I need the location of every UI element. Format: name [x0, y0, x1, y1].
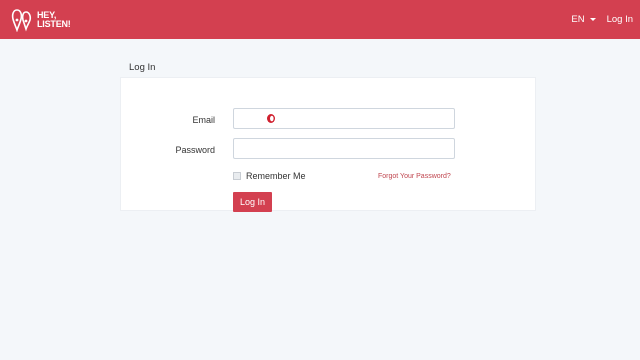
- brand-line-2: LISTEN!: [37, 18, 71, 29]
- heart-logo-icon: [11, 8, 32, 32]
- password-manager-icon[interactable]: [266, 113, 276, 124]
- nav-right: EN Log In: [571, 14, 633, 25]
- language-dropdown[interactable]: EN: [571, 14, 596, 25]
- brand-logo[interactable]: HEY, LISTEN!: [11, 0, 71, 39]
- caret-down-icon: [589, 18, 596, 21]
- remember-label: Remember Me: [246, 171, 306, 181]
- password-label: Password: [175, 145, 215, 155]
- top-navbar: HEY, LISTEN! EN Log In: [0, 0, 640, 39]
- forgot-password-link[interactable]: Forgot Your Password?: [378, 173, 451, 180]
- remember-checkbox[interactable]: [233, 172, 241, 180]
- language-label: EN: [571, 14, 585, 25]
- nav-login-link[interactable]: Log In: [607, 14, 633, 25]
- brand-text: HEY, LISTEN!: [37, 10, 71, 29]
- email-field[interactable]: [233, 108, 455, 129]
- login-panel: Log In Email Password Remember Me Forgot…: [120, 57, 536, 212]
- remember-me[interactable]: Remember Me: [233, 171, 306, 181]
- email-label: Email: [192, 115, 215, 125]
- panel-heading: Log In: [129, 62, 156, 73]
- login-button[interactable]: Log In: [233, 192, 272, 212]
- password-field[interactable]: [233, 138, 455, 159]
- login-form: Email Password Remember Me Forgot Your P…: [120, 77, 536, 212]
